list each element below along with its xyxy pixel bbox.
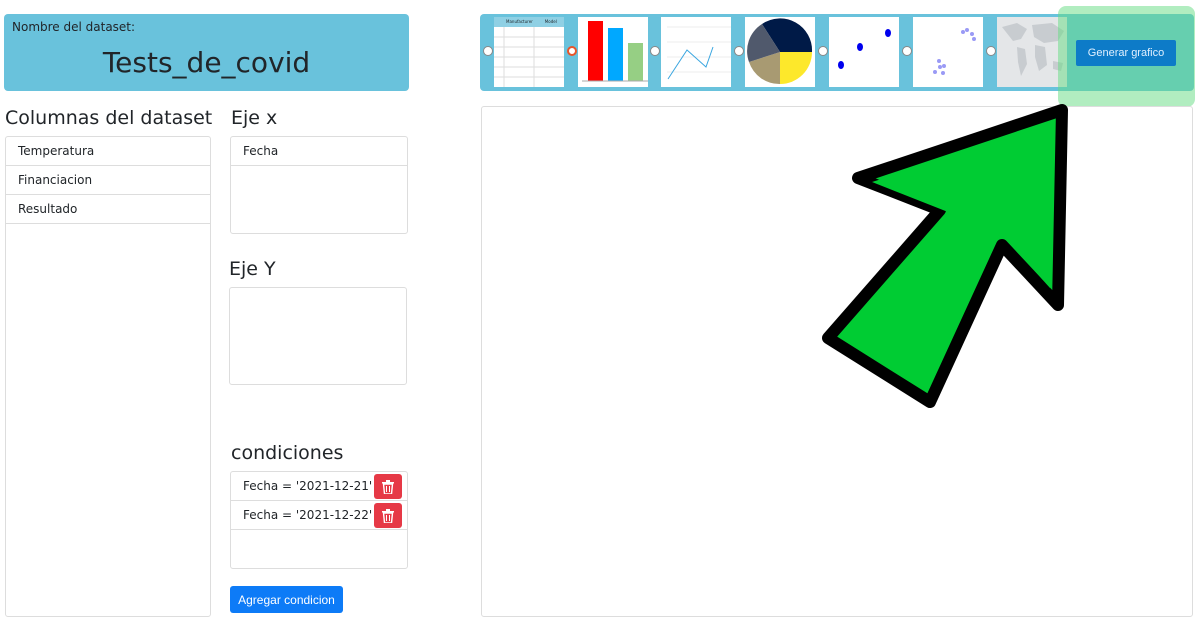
arrow-pointer-icon [822, 104, 1068, 408]
